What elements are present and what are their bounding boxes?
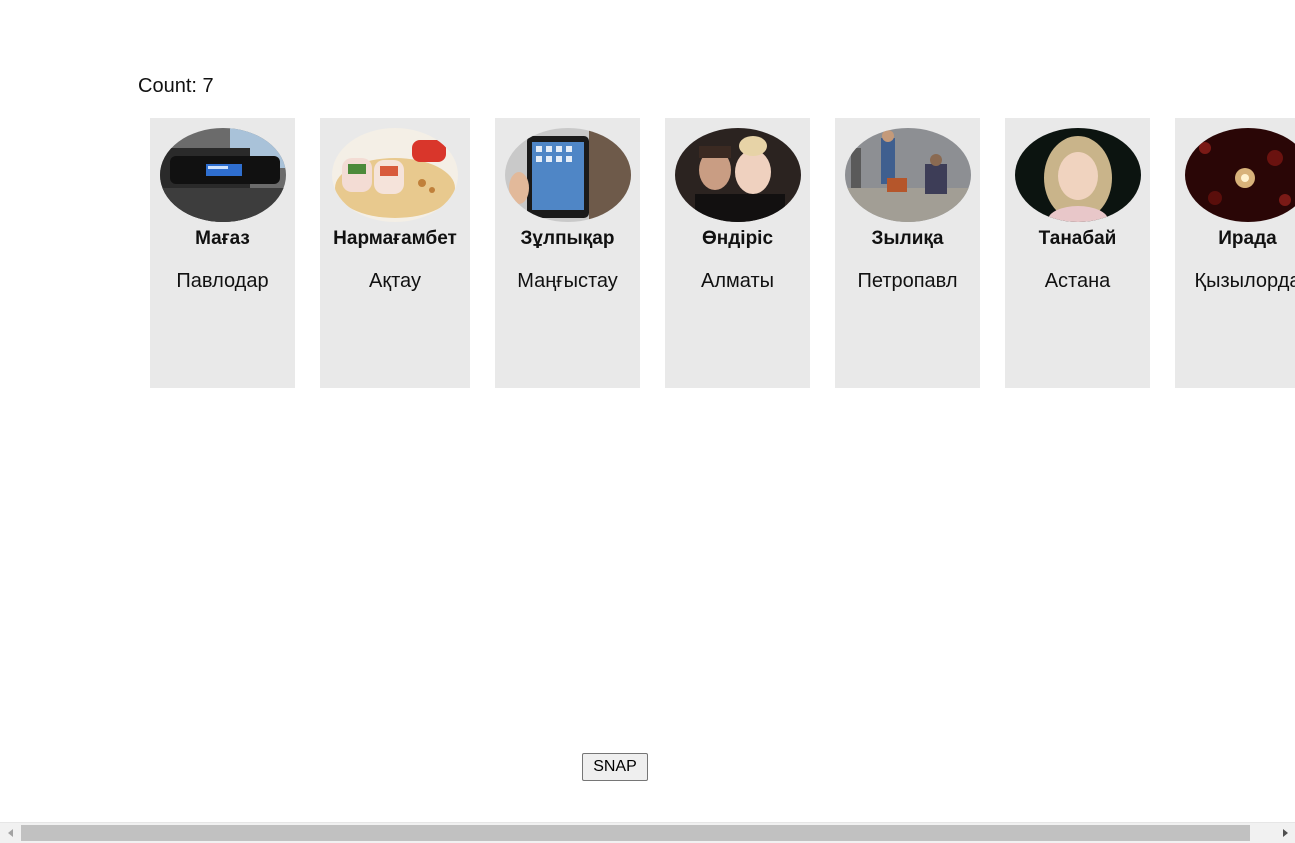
scroll-left-arrow-icon[interactable] — [0, 823, 20, 843]
tablet-photo-icon — [504, 128, 631, 222]
card-avatar — [1014, 128, 1141, 222]
card-avatar — [1184, 128, 1295, 222]
card-avatar — [159, 128, 286, 222]
card-city: Петропавл — [857, 270, 958, 292]
card-city: Маңғыстау — [517, 270, 618, 292]
card-name: Ирада — [1218, 228, 1277, 249]
music-player-photo-icon — [159, 128, 286, 222]
card-name: Зұлпықар — [520, 228, 615, 249]
card-name: Танабай — [1038, 228, 1117, 249]
card-name: Зылиқа — [871, 228, 944, 249]
girl-portrait-photo-icon — [1014, 128, 1141, 222]
card-city: Ақтау — [369, 270, 421, 292]
scrollbar-thumb[interactable] — [21, 825, 1250, 841]
count-label: Count: 7 — [138, 75, 214, 97]
horizontal-scrollbar[interactable] — [0, 822, 1295, 843]
card-city: Павлодар — [176, 270, 269, 292]
card-avatar — [504, 128, 631, 222]
card-avatar — [332, 128, 458, 222]
scroll-right-arrow-icon[interactable] — [1275, 823, 1295, 843]
card-item[interactable]: Өндіріс Алматы — [665, 118, 810, 388]
card-avatar — [844, 128, 971, 222]
card-city: Қызылорда — [1194, 270, 1295, 292]
card-item[interactable]: Зұлпықар Маңғыстау — [495, 118, 640, 388]
card-city: Астана — [1044, 270, 1111, 292]
couple-portrait-photo-icon — [674, 128, 801, 222]
card-name: Мағаз — [195, 228, 250, 249]
card-item[interactable]: Танабай Астана — [1005, 118, 1150, 388]
card-name: Өндіріс — [701, 228, 774, 249]
carousel-page: Count: 7 Мағаз Павлодар Нармағамбет Ақта… — [0, 0, 1295, 843]
card-item[interactable]: Мағаз Павлодар — [150, 118, 295, 388]
card-item[interactable]: Ирада Қызылорда — [1175, 118, 1295, 388]
card-city: Алматы — [701, 270, 774, 292]
card-avatar — [674, 128, 801, 222]
street-scene-photo-icon — [844, 128, 971, 222]
night-lights-photo-icon — [1184, 128, 1295, 222]
card-item[interactable]: Нармағамбет Ақтау — [320, 118, 470, 388]
sushi-rolls-photo-icon — [332, 128, 458, 222]
card-name: Нармағамбет — [333, 228, 457, 249]
snap-button[interactable]: SNAP — [582, 753, 648, 781]
card-item[interactable]: Зылиқа Петропавл — [835, 118, 980, 388]
